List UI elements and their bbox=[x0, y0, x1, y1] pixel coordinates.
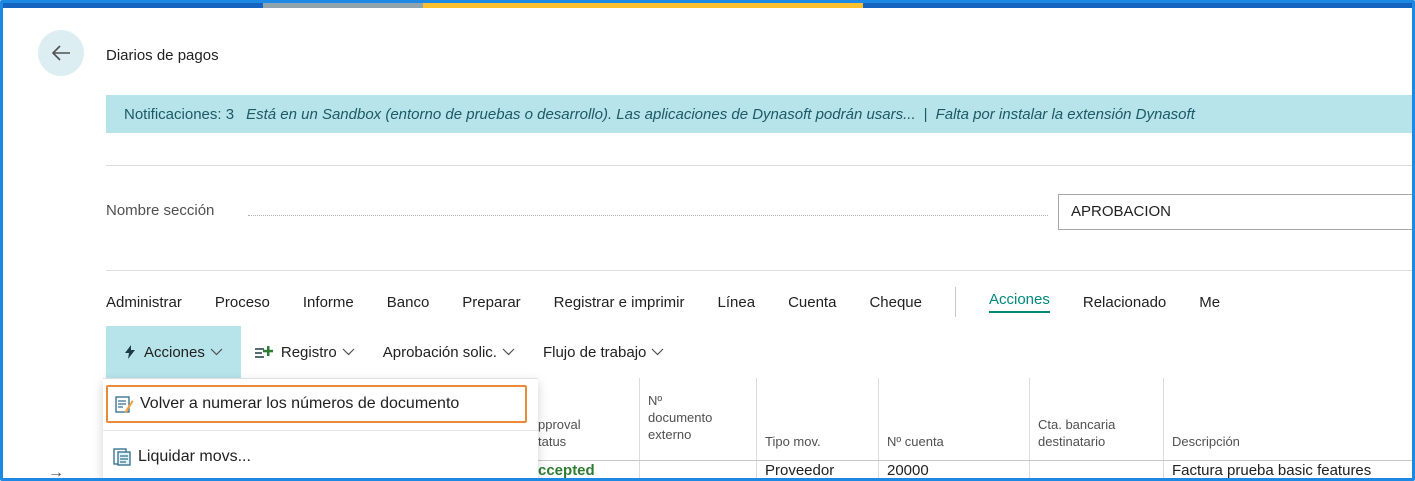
back-button[interactable] bbox=[38, 30, 84, 76]
tab-cuenta[interactable]: Cuenta bbox=[788, 294, 836, 311]
menu-separator bbox=[103, 430, 538, 431]
page-title: Diarios de pagos bbox=[106, 47, 219, 64]
cell-approval-status[interactable]: ccepted bbox=[538, 462, 595, 478]
chevron-down-icon bbox=[502, 348, 515, 356]
section-name-input[interactable]: APROBACION bbox=[1058, 194, 1412, 230]
col-header-approval-line2: tatus bbox=[538, 434, 567, 449]
apply-entries-icon bbox=[112, 447, 132, 467]
flujo-trabajo-label: Flujo de trabajo bbox=[542, 343, 647, 361]
col-header-descripcion[interactable]: Descripción bbox=[1172, 433, 1240, 450]
tab-relacionado[interactable]: Relacionado bbox=[1083, 294, 1166, 311]
tab-registrar-imprimir[interactable]: Registrar e imprimir bbox=[554, 294, 685, 311]
col-header-docext-line1: Nº bbox=[648, 393, 663, 408]
chevron-down-icon bbox=[651, 348, 664, 356]
aprobacion-solic-label: Aprobación solic. bbox=[382, 343, 497, 361]
notification-bar[interactable]: Notificaciones: 3 Está en un Sandbox (en… bbox=[106, 95, 1412, 133]
col-header-cta-bancaria[interactable]: Cta. bancaria destinatario bbox=[1038, 416, 1115, 450]
tab-preparar[interactable]: Preparar bbox=[462, 294, 520, 311]
registro-button[interactable]: Registro bbox=[241, 326, 369, 378]
notification-count[interactable]: Notificaciones: 3 bbox=[124, 106, 234, 123]
col-header-docext-line3: externo bbox=[648, 427, 692, 442]
menu-item-renumber-documents[interactable]: Volver a numerar los números de document… bbox=[106, 385, 527, 423]
field-leader-dots bbox=[248, 215, 1048, 216]
tab-cheque[interactable]: Cheque bbox=[869, 294, 922, 311]
notification-message-extension[interactable]: Falta por instalar la extensión Dynasoft bbox=[936, 106, 1195, 123]
col-header-external-doc-no[interactable]: Nº documento externo bbox=[648, 392, 712, 443]
menu-item-apply-entries[interactable]: Liquidar movs... bbox=[106, 438, 251, 476]
acciones-dropdown-menu: Volver a numerar los números de document… bbox=[103, 378, 538, 478]
chevron-down-icon bbox=[210, 348, 223, 356]
menu-divider bbox=[954, 287, 956, 317]
row-selector-arrow-icon[interactable]: → bbox=[48, 464, 64, 478]
post-lines-icon bbox=[254, 345, 273, 359]
grid-column-divider bbox=[1029, 378, 1030, 478]
tab-informe[interactable]: Informe bbox=[303, 294, 354, 311]
registro-label: Registro bbox=[280, 343, 337, 361]
acciones-label: Acciones bbox=[144, 343, 205, 361]
arrow-left-icon bbox=[51, 45, 70, 61]
col-header-docext-line2: documento bbox=[648, 410, 713, 425]
divider bbox=[106, 270, 1412, 271]
action-subbar: Acciones Registro Aprobación solic. Fluj… bbox=[106, 326, 678, 378]
grid-column-divider bbox=[639, 378, 640, 478]
col-header-approval-status[interactable]: pproval tatus bbox=[538, 416, 581, 450]
acciones-button[interactable]: Acciones bbox=[106, 326, 241, 378]
col-header-cta-line2: destinatario bbox=[1038, 434, 1106, 449]
cell-num-cuenta[interactable]: 20000 bbox=[887, 462, 929, 478]
tab-administrar[interactable]: Administrar bbox=[106, 294, 182, 311]
tab-banco[interactable]: Banco bbox=[387, 294, 430, 311]
section-name-label: Nombre sección bbox=[106, 202, 215, 219]
aprobacion-solic-button[interactable]: Aprobación solic. bbox=[369, 326, 529, 378]
grid-column-divider bbox=[878, 378, 879, 478]
tab-acciones[interactable]: Acciones bbox=[988, 291, 1050, 313]
menu-item-label: Liquidar movs... bbox=[138, 448, 251, 465]
cell-tipo-mov[interactable]: Proveedor bbox=[765, 462, 834, 478]
lightning-icon bbox=[124, 345, 136, 359]
flujo-trabajo-button[interactable]: Flujo de trabajo bbox=[529, 326, 678, 378]
notification-message-sandbox[interactable]: Está en un Sandbox (entorno de pruebas o… bbox=[246, 106, 916, 123]
tab-more[interactable]: Me bbox=[1199, 294, 1220, 311]
col-header-cta-line1: Cta. bancaria bbox=[1038, 417, 1116, 432]
menu-item-label: Volver a numerar los números de document… bbox=[140, 395, 460, 412]
action-menu-tabs: Administrar Proceso Informe Banco Prepar… bbox=[106, 287, 1253, 317]
grid-column-divider bbox=[756, 378, 757, 478]
col-header-num-cuenta[interactable]: Nº cuenta bbox=[887, 433, 944, 450]
tab-proceso[interactable]: Proceso bbox=[215, 294, 270, 311]
col-header-approval-line1: pproval bbox=[538, 417, 581, 432]
chevron-down-icon bbox=[342, 348, 355, 356]
top-accent-strip bbox=[3, 3, 1412, 8]
renumber-document-icon bbox=[114, 394, 134, 414]
notification-separator: | bbox=[923, 105, 928, 123]
grid-column-divider bbox=[1163, 378, 1164, 478]
divider bbox=[106, 165, 1412, 166]
tab-linea[interactable]: Línea bbox=[718, 294, 756, 311]
app-frame: Diarios de pagos Notificaciones: 3 Está … bbox=[0, 0, 1415, 481]
col-header-tipo-mov[interactable]: Tipo mov. bbox=[765, 433, 821, 450]
cell-descripcion[interactable]: Factura prueba basic features bbox=[1172, 462, 1371, 478]
